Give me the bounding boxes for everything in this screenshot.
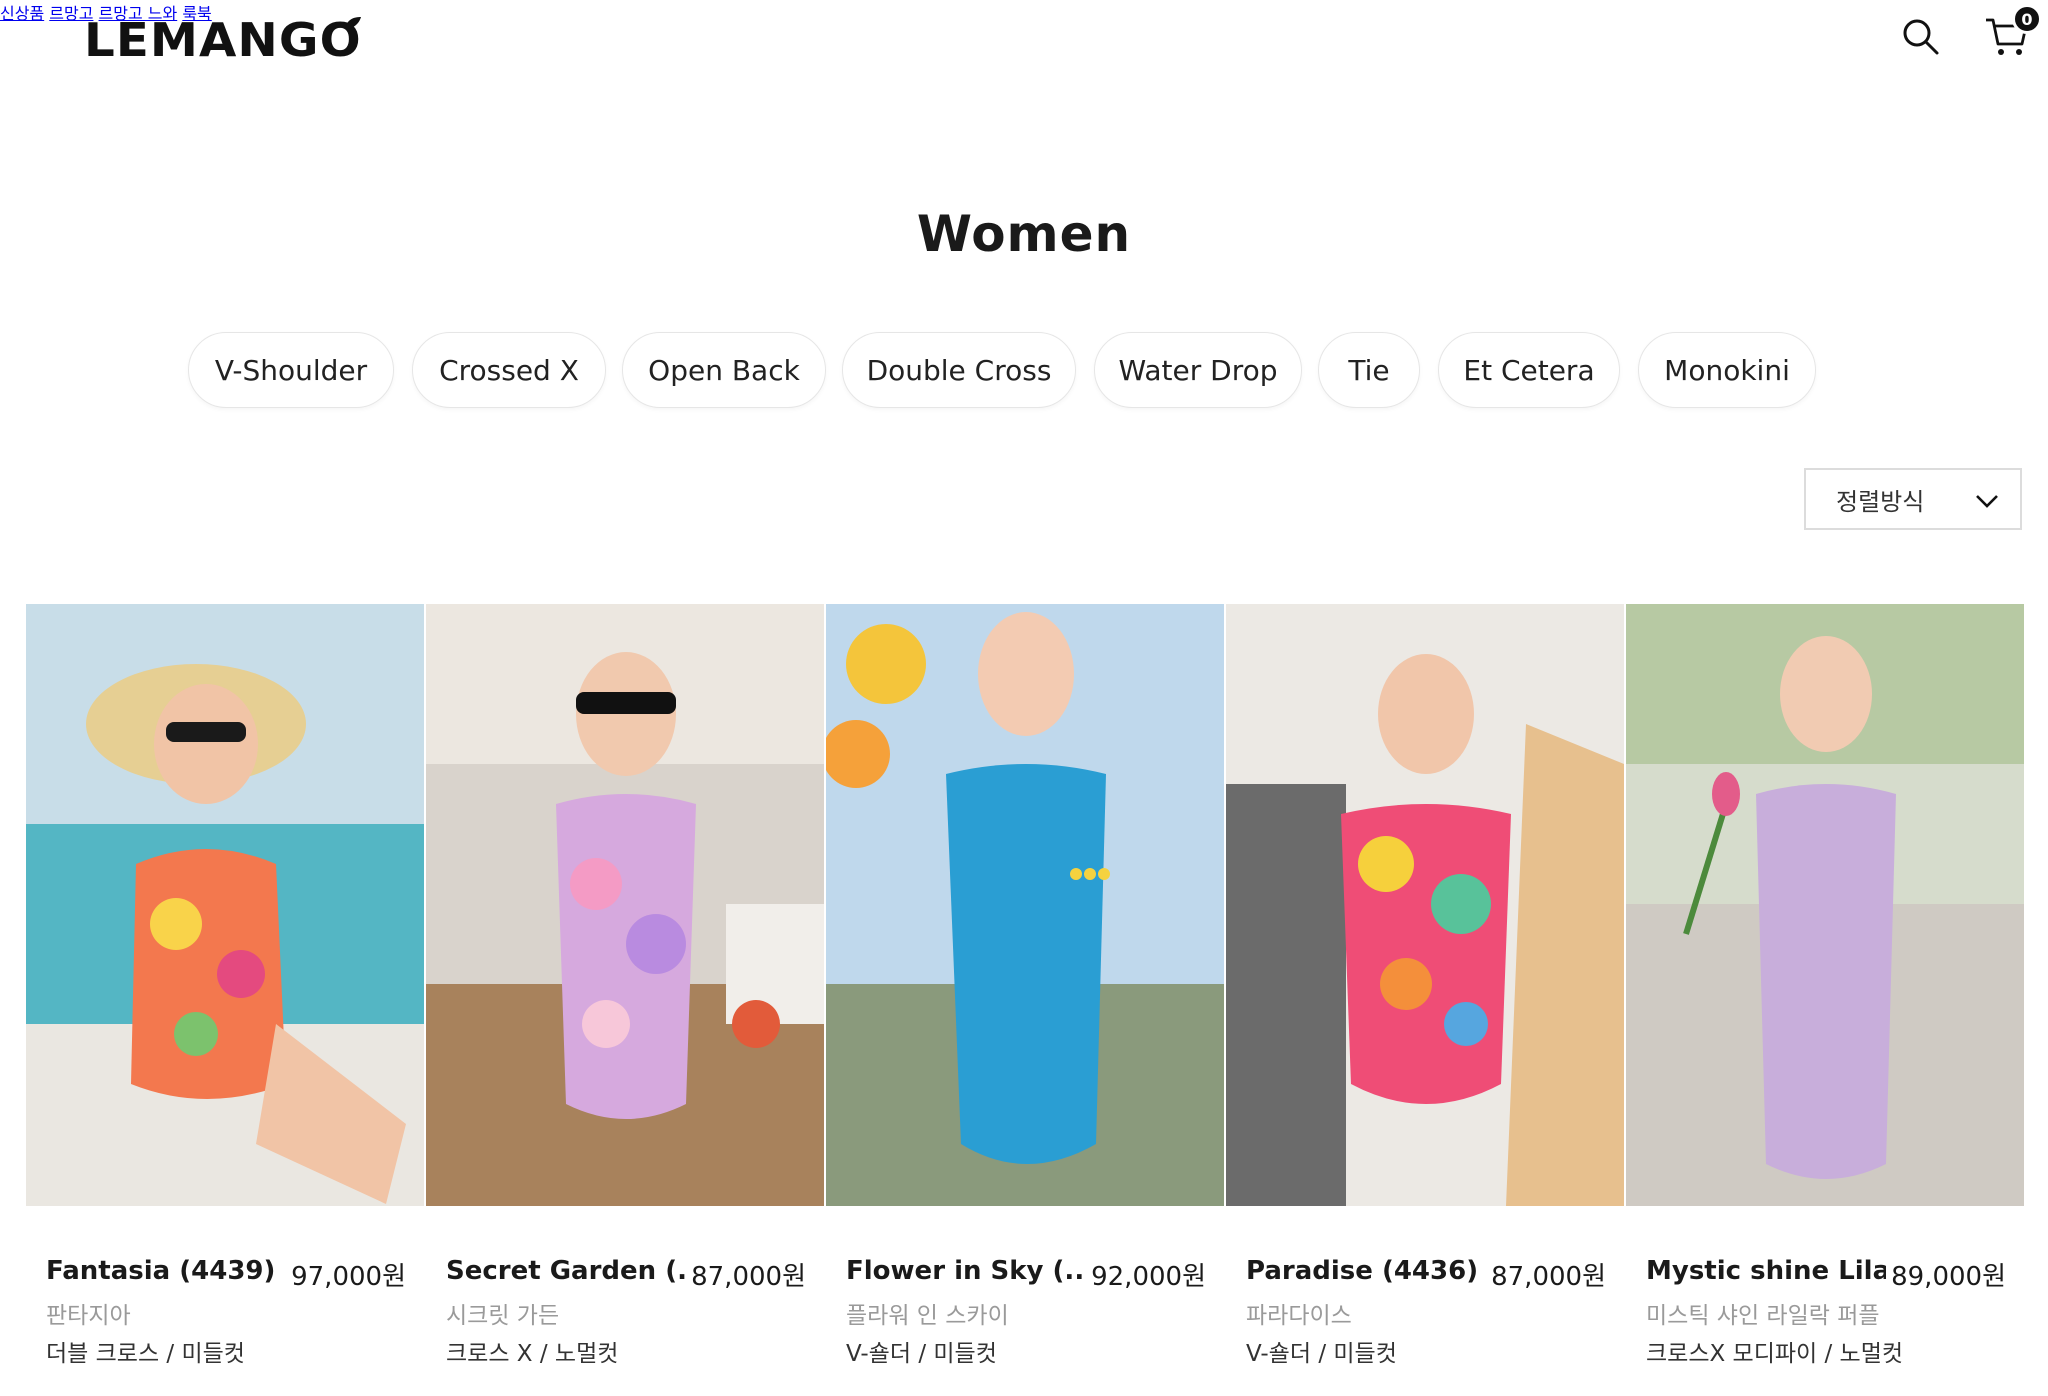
product-cut: 더블 크로스 / 미들컷 — [46, 1341, 245, 1367]
product-card[interactable]: Mystic shine Lilac ... 89,000원 미스틱 샤인 라일… — [1626, 604, 2024, 1367]
cart-button[interactable]: 0 — [1984, 4, 2042, 58]
product-card[interactable]: Fantasia (4439) 97,000원 판타지아 더블 크로스 / 미들… — [26, 604, 424, 1367]
product-cut: 크로스X 모디파이 / 노멀컷 — [1646, 1341, 1904, 1367]
product-image[interactable] — [1626, 604, 2024, 1206]
product-price: 97,000원 — [291, 1262, 406, 1292]
product-name[interactable]: Flower in Sky (... — [846, 1256, 1086, 1286]
product-image[interactable] — [426, 604, 824, 1206]
chip-tie[interactable]: Tie — [1318, 332, 1420, 408]
chip-crossed-x[interactable]: Crossed X — [412, 332, 606, 408]
product-name[interactable]: Fantasia (4439) — [46, 1256, 275, 1286]
product-korean-name: 미스틱 샤인 라일락 퍼플 — [1646, 1303, 1880, 1329]
search-button[interactable] — [1898, 14, 1942, 58]
chip-open-back[interactable]: Open Back — [622, 332, 826, 408]
sort-label: 정렬방식 — [1836, 487, 1925, 516]
product-cut: V-숄더 / 미들컷 — [846, 1341, 997, 1367]
chip-double-cross[interactable]: Double Cross — [842, 332, 1076, 408]
product-price: 87,000원 — [691, 1262, 806, 1292]
product-name[interactable]: Paradise (4436) — [1246, 1256, 1478, 1286]
product-price: 89,000원 — [1891, 1262, 2006, 1292]
product-price: 92,000원 — [1091, 1262, 1206, 1292]
product-image[interactable] — [826, 604, 1224, 1206]
search-icon — [1903, 19, 1939, 55]
product-card[interactable]: Flower in Sky (... 92,000원 플라워 인 스카이 V-숄… — [826, 604, 1224, 1367]
cart-count-badge: 0 — [2012, 4, 2042, 34]
product-korean-name: 판타지아 — [46, 1303, 131, 1329]
product-cut: V-숄더 / 미들컷 — [1246, 1341, 1397, 1367]
product-korean-name: 파라다이스 — [1246, 1303, 1352, 1329]
product-cut: 크로스 X / 노멀컷 — [446, 1341, 619, 1367]
chevron-down-icon — [1976, 495, 1998, 508]
chip-monokini[interactable]: Monokini — [1638, 332, 1816, 408]
chip-v-shoulder[interactable]: V-Shoulder — [188, 332, 394, 408]
product-name[interactable]: Secret Garden (... — [446, 1256, 686, 1286]
chip-water-drop[interactable]: Water Drop — [1094, 332, 1302, 408]
page-title: Women — [916, 205, 1132, 263]
product-card[interactable]: Paradise (4436) 87,000원 파라다이스 V-숄더 / 미들컷 — [1226, 604, 1624, 1367]
leaf-icon — [345, 17, 362, 29]
nav-item-new[interactable]: 신상품 — [0, 4, 44, 23]
product-korean-name: 플라워 인 스카이 — [846, 1303, 1009, 1329]
product-korean-name: 시크릿 가든 — [446, 1303, 560, 1329]
product-image[interactable] — [1226, 604, 1624, 1206]
product-card[interactable]: Secret Garden (... 87,000원 시크릿 가든 크로스 X … — [426, 604, 824, 1367]
chip-et-cetera[interactable]: Et Cetera — [1438, 332, 1620, 408]
product-grid: Fantasia (4439) 97,000원 판타지아 더블 크로스 / 미들… — [26, 604, 2048, 1367]
product-price: 87,000원 — [1491, 1262, 1606, 1292]
product-name[interactable]: Mystic shine Lilac ... — [1646, 1256, 1886, 1286]
logo-wordmark: LEMANGO — [84, 13, 362, 67]
sort-dropdown[interactable]: 정렬방식 — [1804, 468, 2022, 530]
category-filter-bar: V-Shoulder Crossed X Open Back Double Cr… — [0, 332, 2048, 410]
site-header: LEMANGO 신상품 르망고 르망고 느와 룩북 0 — [0, 0, 2048, 80]
product-image[interactable] — [26, 604, 424, 1206]
brand-logo[interactable]: LEMANGO — [84, 12, 362, 68]
